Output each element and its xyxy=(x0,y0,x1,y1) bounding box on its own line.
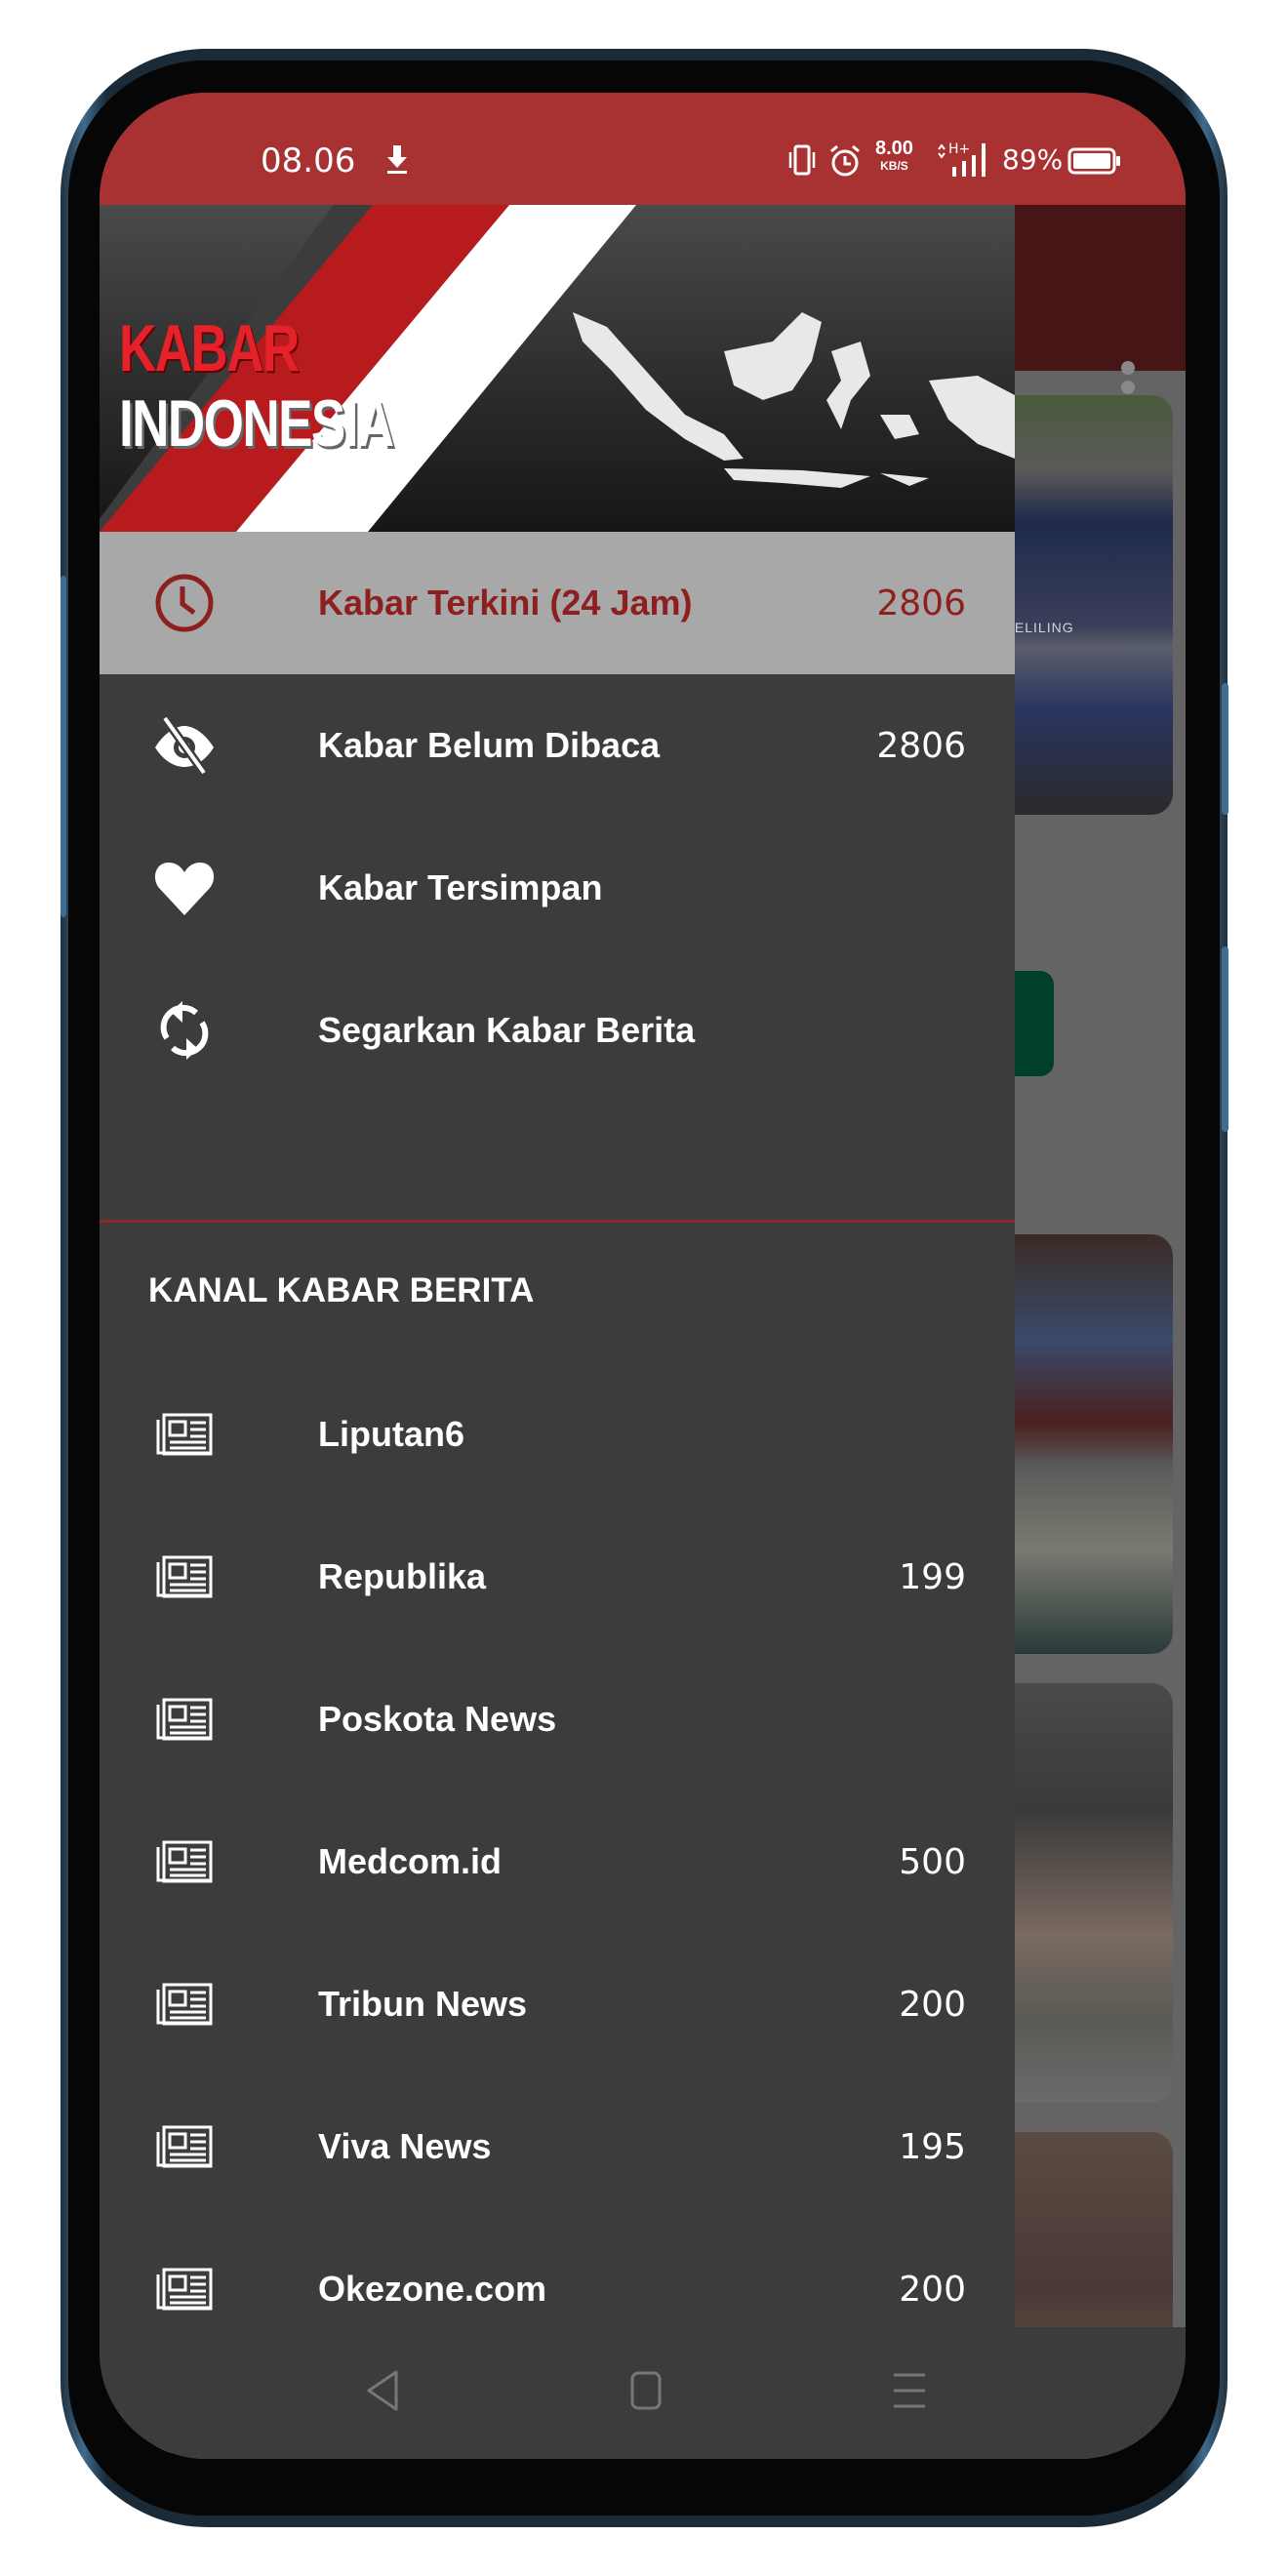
back-icon xyxy=(367,2370,398,2411)
menu-item-label: Kabar Belum Dibaca xyxy=(318,725,661,765)
navigation-drawer: KABAR INDONESIA Kabar Terkini (24 Jam) 2… xyxy=(100,205,1015,2459)
side-button-left xyxy=(60,576,66,917)
system-navigation-bar xyxy=(100,2327,1186,2459)
channel-count: 200 xyxy=(899,2269,966,2310)
channel-count: 199 xyxy=(899,1556,966,1597)
home-icon xyxy=(630,2371,662,2410)
channel-item[interactable]: Viva News 195 xyxy=(100,2075,1015,2218)
menu-item-label: Kabar Tersimpan xyxy=(318,867,603,907)
brand-title-kabar: KABAR xyxy=(119,311,300,385)
brand-title-indonesia: INDONESIA xyxy=(119,386,394,461)
channel-item[interactable]: Medcom.id 500 xyxy=(100,1791,1015,1933)
status-time: 08.06 xyxy=(261,141,356,181)
download-icon xyxy=(384,143,410,181)
channel-label: Tribun News xyxy=(318,1984,528,2024)
refresh-icon xyxy=(153,999,216,1062)
newspaper-icon xyxy=(153,2258,216,2320)
vibrate-icon xyxy=(785,143,819,181)
battery-percent: 89% xyxy=(1002,143,1064,176)
channel-item[interactable]: Poskota News xyxy=(100,1648,1015,1791)
back-button[interactable] xyxy=(353,2361,412,2420)
channel-label: Okezone.com xyxy=(318,2269,547,2309)
recents-button[interactable] xyxy=(880,2361,939,2420)
newspaper-icon xyxy=(153,1403,216,1466)
svg-text:H+: H+ xyxy=(948,141,970,157)
alarm-icon xyxy=(827,143,863,183)
channels-section-header: KANAL KABAR BERITA xyxy=(148,1271,535,1309)
channel-count: 195 xyxy=(899,2126,966,2167)
screen: M KELILING 08.06 8.00 KB/S H+ 89% KABAR … xyxy=(100,93,1186,2459)
drawer-header-banner: KABAR INDONESIA xyxy=(100,205,1015,532)
channel-label: Viva News xyxy=(318,2126,492,2166)
channel-item[interactable]: Tribun News 200 xyxy=(100,1933,1015,2075)
channel-item[interactable]: Liputan6 xyxy=(100,1363,1015,1506)
channel-label: Poskota News xyxy=(318,1699,557,1739)
newspaper-icon xyxy=(153,2115,216,2178)
menu-item-latest-news[interactable]: Kabar Terkini (24 Jam) 2806 xyxy=(100,532,1015,674)
newspaper-icon xyxy=(153,1546,216,1608)
network-speed: 8.00 KB/S xyxy=(875,138,913,175)
recents-icon xyxy=(894,2373,925,2408)
channel-label: Liputan6 xyxy=(318,1414,464,1454)
signal-icon: H+ xyxy=(935,140,991,183)
channel-count: 500 xyxy=(899,1841,966,1882)
side-button-right-1 xyxy=(1222,683,1228,815)
eye-off-icon xyxy=(153,714,216,777)
status-bar: 08.06 8.00 KB/S H+ 89% xyxy=(100,93,1186,205)
newspaper-icon xyxy=(153,1688,216,1751)
menu-item-count: 2806 xyxy=(876,725,966,766)
network-speed-value: 8.00 xyxy=(875,138,913,159)
channel-count: 200 xyxy=(899,1984,966,2025)
menu-item-count: 2806 xyxy=(876,583,966,624)
network-speed-unit: KB/S xyxy=(880,159,908,173)
menu-item-label: Kabar Terkini (24 Jam) xyxy=(318,583,693,623)
battery-icon xyxy=(1067,147,1122,180)
indonesia-map-icon xyxy=(573,312,1015,488)
drawer-divider xyxy=(100,1220,1015,1223)
menu-item-unread-news[interactable]: Kabar Belum Dibaca 2806 xyxy=(100,674,1015,817)
newspaper-icon xyxy=(153,1973,216,2035)
home-button[interactable] xyxy=(617,2361,675,2420)
channel-label: Republika xyxy=(318,1556,487,1596)
menu-item-label: Segarkan Kabar Berita xyxy=(318,1010,696,1050)
clock-icon xyxy=(153,572,216,634)
menu-item-refresh-news[interactable]: Segarkan Kabar Berita xyxy=(100,959,1015,1102)
channel-item[interactable]: Republika 199 xyxy=(100,1506,1015,1648)
newspaper-icon xyxy=(153,1831,216,1893)
side-button-right-2 xyxy=(1222,946,1228,1132)
menu-item-saved-news[interactable]: Kabar Tersimpan xyxy=(100,817,1015,959)
channel-label: Medcom.id xyxy=(318,1841,503,1881)
heart-icon xyxy=(153,857,216,919)
